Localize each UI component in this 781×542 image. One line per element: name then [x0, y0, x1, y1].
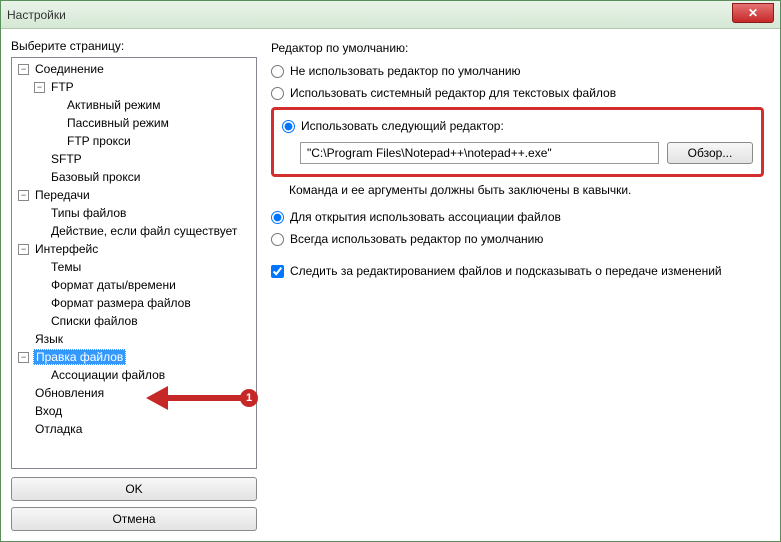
select-page-label: Выберите страницу: — [11, 39, 257, 53]
tree-item-file-types[interactable]: Типы файлов — [12, 204, 256, 222]
collapse-icon[interactable]: − — [18, 64, 29, 75]
tree-item-ftp-proxy[interactable]: FTP прокси — [12, 132, 256, 150]
window-title: Настройки — [7, 8, 66, 22]
tree-item-updates[interactable]: Обновления — [12, 384, 256, 402]
tree-item-themes[interactable]: Темы — [12, 258, 256, 276]
page-tree[interactable]: −Соединение −FTP Активный режим Пассивны… — [11, 57, 257, 469]
titlebar: Настройки ✕ — [1, 1, 780, 29]
close-icon: ✕ — [748, 6, 758, 20]
tree-item-interface[interactable]: −Интерфейс — [12, 240, 256, 258]
quote-hint: Команда и ее аргументы должны быть заклю… — [271, 183, 764, 197]
tree-item-login[interactable]: Вход — [12, 402, 256, 420]
radio-custom-editor[interactable]: Использовать следующий редактор: — [282, 116, 753, 136]
tree-item-debug[interactable]: Отладка — [12, 420, 256, 438]
watch-files-checkbox-row[interactable]: Следить за редактированием файлов и подс… — [271, 261, 764, 281]
default-editor-label: Редактор по умолчанию: — [271, 41, 764, 55]
tree-item-passive-mode[interactable]: Пассивный режим — [12, 114, 256, 132]
settings-window: Настройки ✕ Выберите страницу: −Соединен… — [0, 0, 781, 542]
browse-button[interactable]: Обзор... — [667, 142, 753, 164]
watch-files-checkbox[interactable] — [271, 265, 284, 278]
tree-item-language[interactable]: Язык — [12, 330, 256, 348]
tree-item-active-mode[interactable]: Активный режим — [12, 96, 256, 114]
radio-always-default[interactable]: Всегда использовать редактор по умолчани… — [271, 229, 764, 249]
tree-item-ftp[interactable]: −FTP — [12, 78, 256, 96]
radio-use-associations[interactable]: Для открытия использовать ассоциации фай… — [271, 207, 764, 227]
highlighted-section: Использовать следующий редактор: Обзор..… — [271, 107, 764, 177]
cancel-button[interactable]: Отмена — [11, 507, 257, 531]
window-body: Выберите страницу: −Соединение −FTP Акти… — [1, 29, 780, 541]
tree-item-date-format[interactable]: Формат даты/времени — [12, 276, 256, 294]
tree-item-associations[interactable]: Ассоциации файлов — [12, 366, 256, 384]
tree-item-size-format[interactable]: Формат размера файлов — [12, 294, 256, 312]
tree-item-connection[interactable]: −Соединение — [12, 60, 256, 78]
right-pane: Редактор по умолчанию: Не использовать р… — [265, 39, 770, 531]
editor-path-input[interactable] — [300, 142, 659, 164]
left-pane: Выберите страницу: −Соединение −FTP Акти… — [11, 39, 257, 531]
close-button[interactable]: ✕ — [732, 3, 774, 23]
collapse-icon[interactable]: − — [18, 190, 29, 201]
collapse-icon[interactable]: − — [34, 82, 45, 93]
collapse-icon[interactable]: − — [18, 352, 29, 363]
radio-no-editor[interactable]: Не использовать редактор по умолчанию — [271, 61, 764, 81]
ok-button[interactable]: OK — [11, 477, 257, 501]
tree-item-basic-proxy[interactable]: Базовый прокси — [12, 168, 256, 186]
tree-item-transfers[interactable]: −Передачи — [12, 186, 256, 204]
radio-system-editor[interactable]: Использовать системный редактор для текс… — [271, 83, 764, 103]
tree-item-file-editing[interactable]: −Правка файлов — [12, 348, 256, 366]
tree-item-sftp[interactable]: SFTP — [12, 150, 256, 168]
tree-item-file-lists[interactable]: Списки файлов — [12, 312, 256, 330]
tree-item-file-exists[interactable]: Действие, если файл существует — [12, 222, 256, 240]
collapse-icon[interactable]: − — [18, 244, 29, 255]
